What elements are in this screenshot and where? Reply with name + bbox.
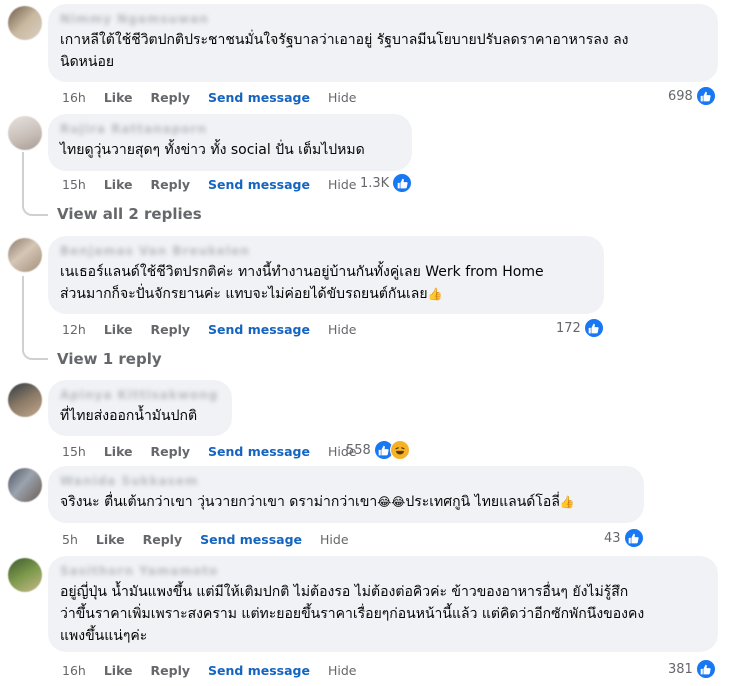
send-message-button[interactable]: Send message [208, 444, 310, 459]
avatar[interactable] [8, 116, 42, 150]
comment-bubble: Sasithorn Yamamoto อยู่ญี่ปุ่น น้ำมันแพง… [48, 556, 718, 652]
thread-line [22, 152, 24, 202]
reaction-summary[interactable]: 698 [668, 86, 716, 106]
send-message-button[interactable]: Send message [200, 532, 302, 547]
thread-line [22, 276, 24, 346]
reaction-count: 558 [346, 442, 371, 458]
comment-text-tail: ประเทศกูนิ ไทยแลนด์โอลี่ [405, 494, 560, 510]
send-message-button[interactable]: Send message [208, 177, 310, 192]
comment-bubble: Nimmy Ngamsuwan เกาหลีใต้ใช้ชีวิตปกติประ… [48, 4, 718, 82]
thumbs-up-emoji: 👍 [559, 495, 575, 509]
comment-actions: 16h Like Reply Send message Hide [62, 88, 374, 106]
comment-text: อยู่ญี่ปุ่น น้ำมันแพงขึ้น แต่มีให้เติมปก… [60, 584, 645, 644]
comment-bubble: Wanida Sukkasem จริงนะ ตื่นเต้นกว่าเขา ว… [48, 466, 644, 523]
reply-button[interactable]: Reply [151, 177, 190, 192]
comment-author[interactable]: Rujira Rattanaporn [60, 122, 400, 137]
reply-button[interactable]: Reply [151, 663, 190, 678]
like-button[interactable]: Like [104, 444, 133, 459]
like-button[interactable]: Like [104, 322, 133, 337]
avatar[interactable] [8, 468, 42, 502]
comment-time[interactable]: 16h [62, 663, 86, 678]
reply-button[interactable]: Reply [151, 90, 190, 105]
hide-button[interactable]: Hide [328, 177, 357, 192]
send-message-button[interactable]: Send message [208, 322, 310, 337]
thread-elbow [22, 200, 48, 216]
thumbs-up-icon [695, 86, 716, 106]
comment-time[interactable]: 5h [62, 532, 78, 547]
comment-text: ที่ไทยส่งออกน้ำมันปกติ [60, 408, 198, 424]
avatar[interactable] [8, 383, 42, 417]
haha-emoji-icon [389, 440, 410, 460]
comment-actions: 16h Like Reply Send message Hide [62, 661, 374, 679]
reaction-summary[interactable]: 172 [556, 318, 604, 338]
comment-text: เกาหลีใต้ใช้ชีวิตปกติประชาชนมั่นใจรัฐบาล… [60, 32, 629, 70]
comment-author[interactable]: Benjamas Van Breukelen [60, 244, 592, 259]
reaction-summary[interactable]: 43 [604, 528, 644, 548]
hide-button[interactable]: Hide [328, 90, 357, 105]
comment-time[interactable]: 15h [62, 177, 86, 192]
view-replies-link[interactable]: View 1 reply [57, 350, 162, 368]
comment-author[interactable]: Sasithorn Yamamoto [60, 564, 706, 579]
hide-button[interactable]: Hide [328, 663, 357, 678]
like-button[interactable]: Like [104, 663, 133, 678]
send-message-button[interactable]: Send message [208, 90, 310, 105]
comment-text: จริงนะ ตื่นเต้นกว่าเขา วุ่นวายกว่าเขา ดร… [60, 494, 378, 510]
comment-time[interactable]: 12h [62, 322, 86, 337]
comment-time[interactable]: 15h [62, 444, 86, 459]
comment-text: เนเธอร์แลนด์ใช้ชีวิตปรกติค่ะ ทางนี้ทำงาน… [60, 264, 544, 302]
comment-actions: 15h Like Reply Send message Hide [62, 175, 374, 193]
send-message-button[interactable]: Send message [208, 663, 310, 678]
comment-author[interactable]: Wanida Sukkasem [60, 474, 632, 489]
reaction-summary[interactable]: 381 [668, 659, 716, 679]
reaction-count: 698 [668, 88, 693, 104]
thread-elbow [22, 344, 48, 360]
reaction-summary[interactable]: 1.3K [360, 173, 413, 193]
like-button[interactable]: Like [104, 90, 133, 105]
comment-time[interactable]: 16h [62, 90, 86, 105]
reply-button[interactable]: Reply [151, 322, 190, 337]
reaction-count: 172 [556, 320, 581, 336]
thumbs-up-icon [623, 528, 644, 548]
view-replies-link[interactable]: View all 2 replies [57, 205, 202, 223]
like-button[interactable]: Like [104, 177, 133, 192]
thumbs-up-icon [583, 318, 604, 338]
like-button[interactable]: Like [96, 532, 125, 547]
hide-button[interactable]: Hide [320, 532, 349, 547]
avatar[interactable] [8, 558, 42, 592]
reaction-summary[interactable]: 558 [346, 440, 410, 460]
laughing-emoji: 😂😂 [377, 495, 406, 509]
comment-actions: 5h Like Reply Send message Hide [62, 530, 367, 548]
comment-actions: 15h Like Reply Send message Hide [62, 442, 374, 460]
avatar[interactable] [8, 6, 42, 40]
comment-text: ไทยดูวุ่นวายสุดๆ ทั้งข่าว ทั้ง social ปั… [60, 142, 365, 158]
thumbs-up-icon [392, 173, 413, 193]
comment-bubble: Rujira Rattanaporn ไทยดูวุ่นวายสุดๆ ทั้ง… [48, 114, 412, 171]
thumbs-up-icon [695, 659, 716, 679]
reply-button[interactable]: Reply [143, 532, 182, 547]
reaction-count: 381 [668, 661, 693, 677]
comment-bubble: Apinya Kittisakwong ที่ไทยส่งออกน้ำมันปก… [48, 380, 232, 436]
reaction-count: 1.3K [360, 175, 390, 191]
comment-actions: 12h Like Reply Send message Hide [62, 320, 374, 338]
comment-author[interactable]: Nimmy Ngamsuwan [60, 12, 706, 27]
reply-button[interactable]: Reply [151, 444, 190, 459]
hide-button[interactable]: Hide [328, 322, 357, 337]
reaction-count: 43 [604, 530, 621, 546]
comment-bubble: Benjamas Van Breukelen เนเธอร์แลนด์ใช้ชี… [48, 236, 604, 314]
avatar[interactable] [8, 238, 42, 272]
comment-author[interactable]: Apinya Kittisakwong [60, 388, 220, 403]
thumbs-up-emoji: 👍 [427, 287, 443, 301]
